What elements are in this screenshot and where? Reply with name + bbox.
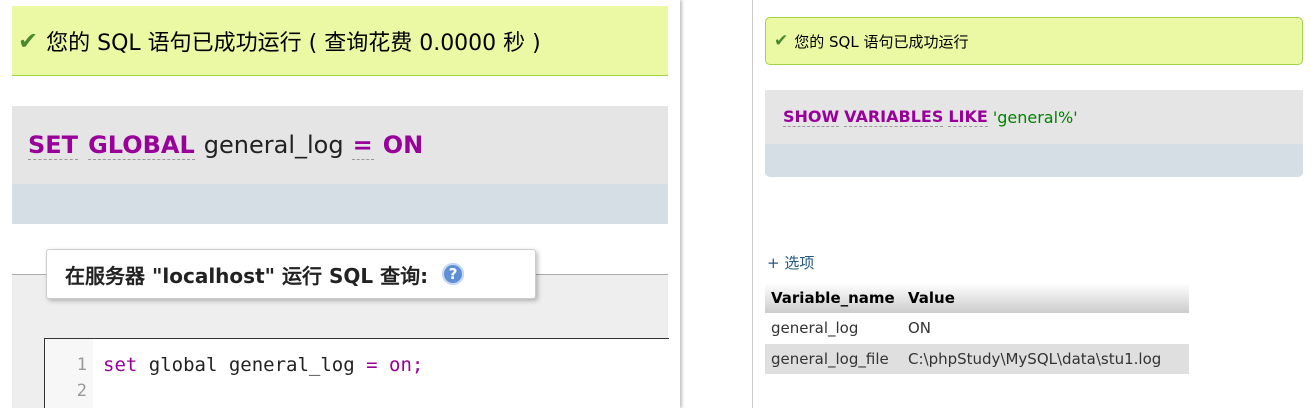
sql-query-display: SHOW VARIABLES LIKE 'general%' [765, 90, 1303, 144]
check-icon: ✔ [18, 26, 39, 55]
right-panel: ✔ 您的 SQL 语句已成功运行 SHOW VARIABLES LIKE 'ge… [752, 0, 1311, 408]
success-message-box: ✔ 您的 SQL 语句已成功运行 [765, 17, 1303, 65]
sql-operator: = [351, 130, 374, 160]
run-sql-title: 在服务器 "localhost" 运行 SQL 查询: [65, 263, 429, 288]
line-number-gutter: 1 2 [45, 339, 93, 408]
cell-value: ON [902, 313, 1189, 344]
sql-string: 'general%' [992, 107, 1078, 127]
table-row[interactable]: general_log ON [765, 313, 1189, 344]
column-header-value[interactable]: Value [902, 283, 1189, 313]
success-message: 您的 SQL 语句已成功运行 [794, 32, 969, 51]
check-icon: ✔ [774, 31, 789, 51]
options-link[interactable]: + 选项 [767, 252, 814, 273]
code-line[interactable]: set global general_log = on; [103, 352, 423, 378]
sql-editor[interactable]: 1 2 set global general_log = on; [44, 338, 669, 408]
code-text: global general_log [137, 354, 367, 376]
sql-keyword-like[interactable]: LIKE [948, 107, 988, 127]
code-keyword: set [103, 354, 138, 376]
cell-variable-name: general_log [765, 313, 902, 344]
sql-keyword-set[interactable]: SET [28, 131, 79, 160]
table-row[interactable]: general_log_file C:\phpStudy\MySQL\data\… [765, 343, 1189, 375]
help-icon[interactable]: ? [442, 263, 465, 285]
sql-query-toolbar [765, 144, 1303, 177]
sql-keyword-variables[interactable]: VARIABLES [844, 107, 944, 127]
column-header-variable-name[interactable]: Variable_name [765, 283, 902, 313]
sql-keyword-show[interactable]: SHOW [783, 107, 840, 127]
sql-query-toolbar [12, 184, 668, 224]
sql-keyword-global[interactable]: GLOBAL [88, 131, 195, 160]
sql-identifier: general_log [203, 131, 344, 159]
sql-value: ON [382, 131, 424, 159]
results-table: Variable_name Value general_log ON gener… [765, 283, 1189, 375]
sql-query-display: SET GLOBAL general_log = ON [12, 106, 668, 184]
code-operator: = [366, 354, 378, 376]
line-number: 2 [76, 381, 87, 401]
cell-variable-name: general_log_file [765, 343, 902, 375]
left-panel: ✔ 您的 SQL 语句已成功运行 ( 查询花费 0.0000 秒 ) SET G… [0, 0, 680, 408]
run-sql-legend: 在服务器 "localhost" 运行 SQL 查询: ? [46, 249, 536, 299]
success-message-box: ✔ 您的 SQL 语句已成功运行 ( 查询花费 0.0000 秒 ) [12, 6, 668, 76]
success-message: 您的 SQL 语句已成功运行 ( 查询花费 0.0000 秒 ) [46, 30, 541, 56]
cell-value: C:\phpStudy\MySQL\data\stu1.log [902, 343, 1189, 375]
code-semicolon: ; [411, 354, 424, 376]
code-value: on [389, 354, 412, 376]
line-number: 1 [76, 355, 87, 375]
